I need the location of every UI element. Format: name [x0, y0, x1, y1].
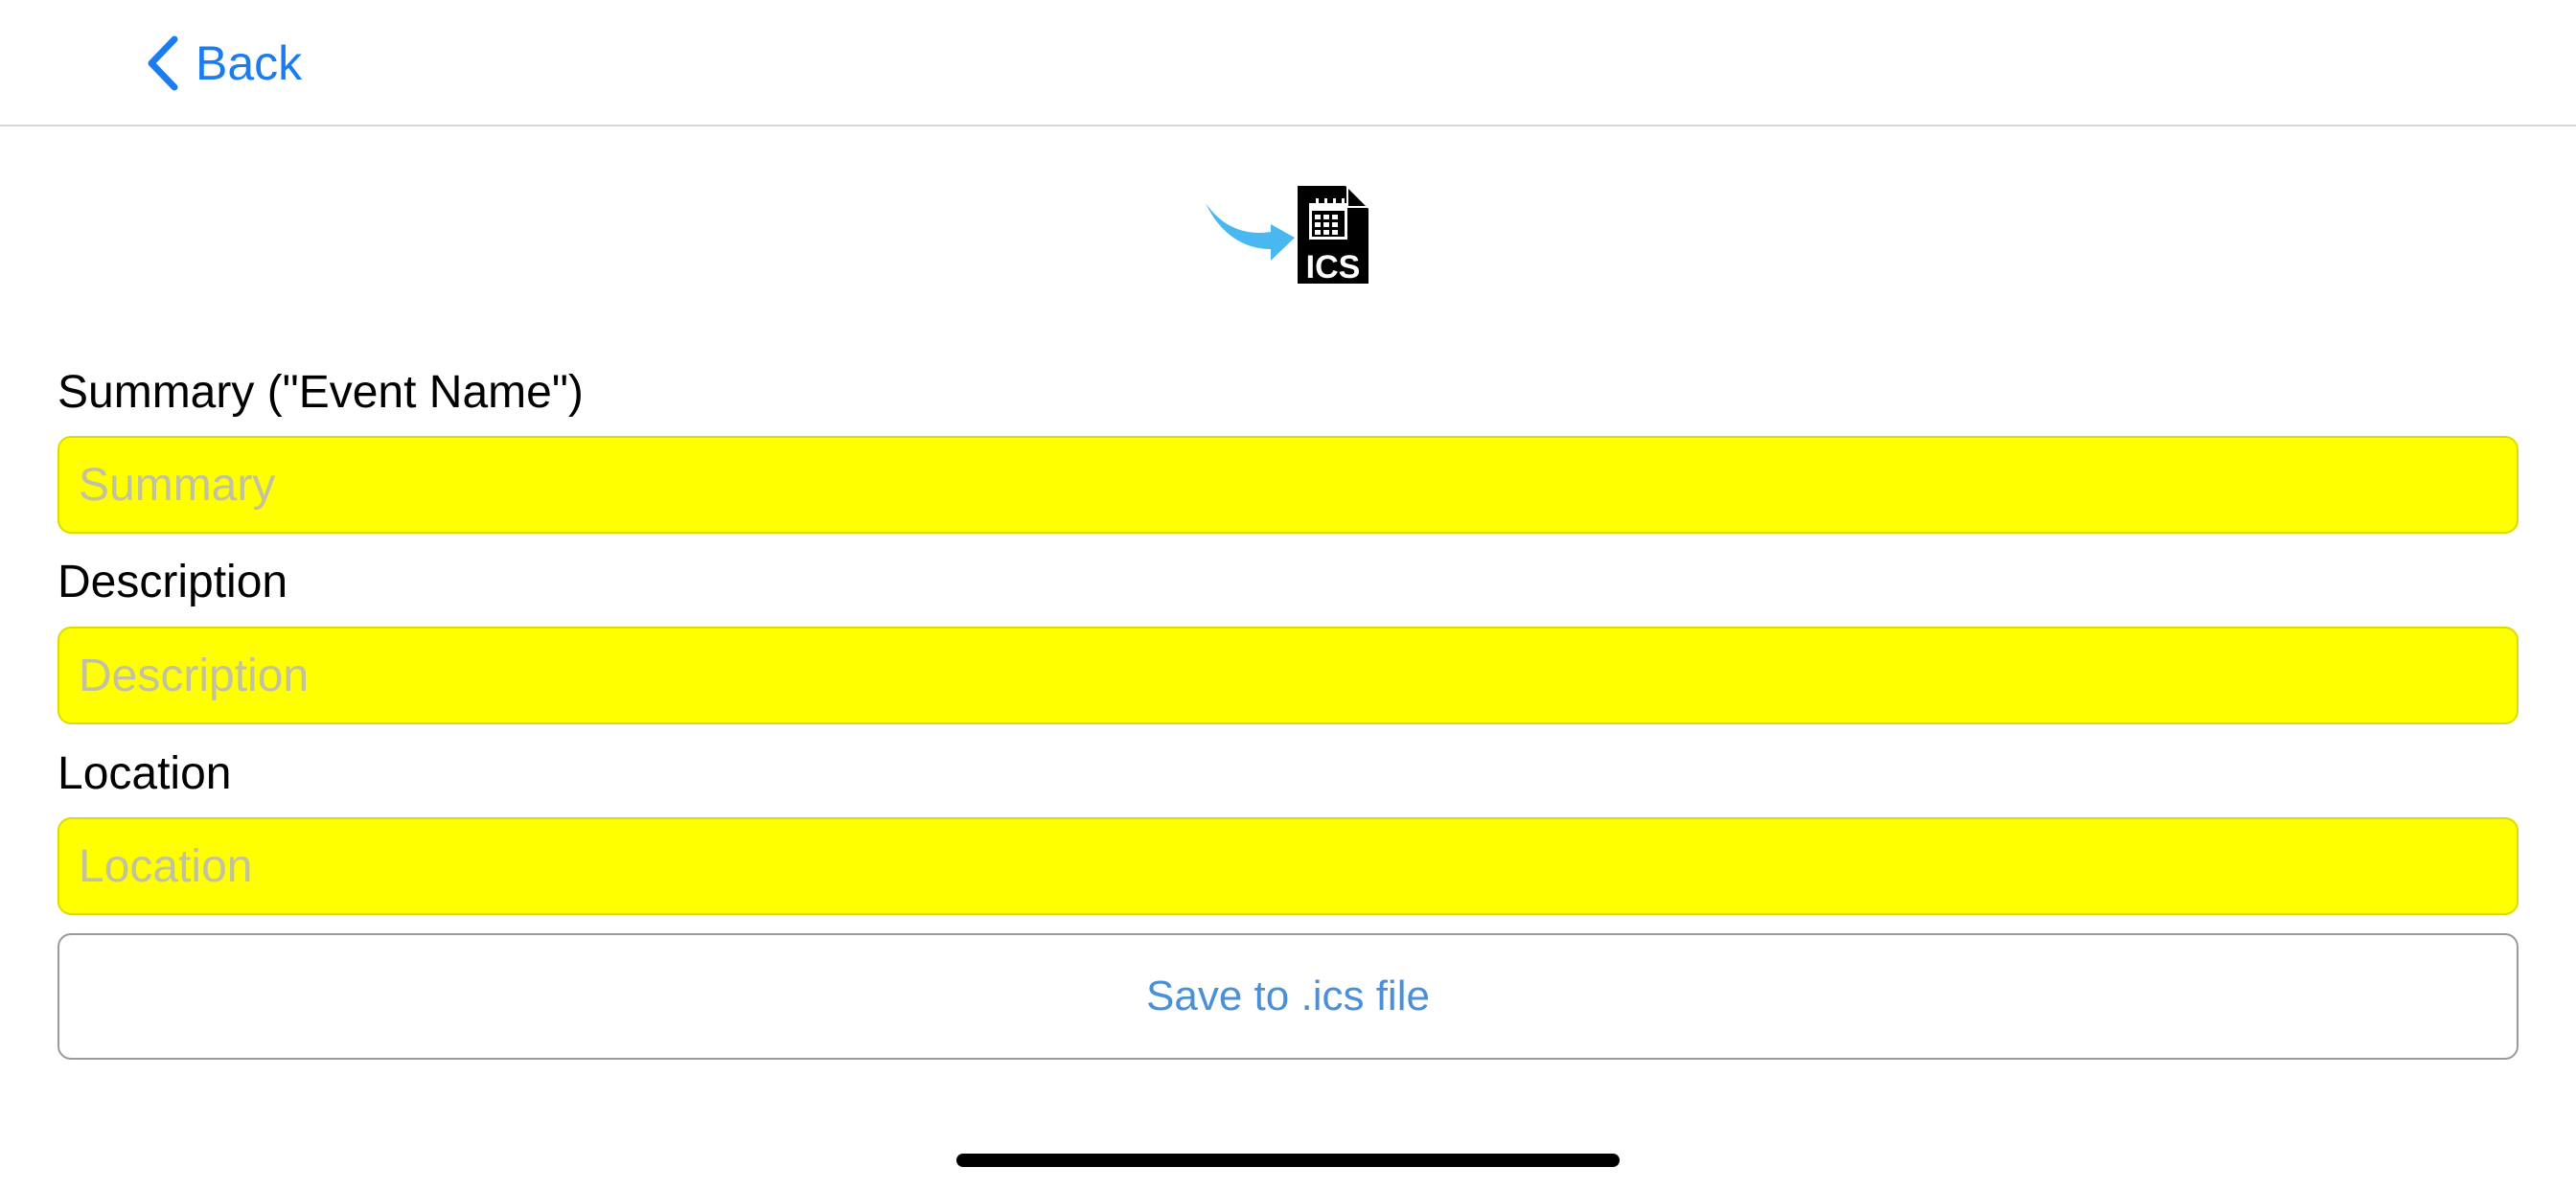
- summary-input[interactable]: [58, 436, 2518, 534]
- description-input[interactable]: [58, 627, 2518, 724]
- description-label: Description: [58, 557, 288, 607]
- back-button[interactable]: Back: [144, 29, 302, 98]
- back-label: Back: [196, 36, 303, 90]
- home-indicator: [956, 1154, 1620, 1167]
- save-ics-button[interactable]: Save to .ics file: [58, 933, 2518, 1060]
- chevron-left-icon: [148, 35, 178, 91]
- ics-label: ICS: [1306, 249, 1361, 286]
- ics-file-icon: ICS: [1206, 186, 1368, 286]
- navigation-bar: Back: [0, 0, 2576, 126]
- summary-label: Summary ("Event Name"): [58, 367, 584, 418]
- location-label: Location: [58, 748, 232, 799]
- save-button-label: Save to .ics file: [1146, 973, 1430, 1019]
- location-input[interactable]: [58, 817, 2518, 915]
